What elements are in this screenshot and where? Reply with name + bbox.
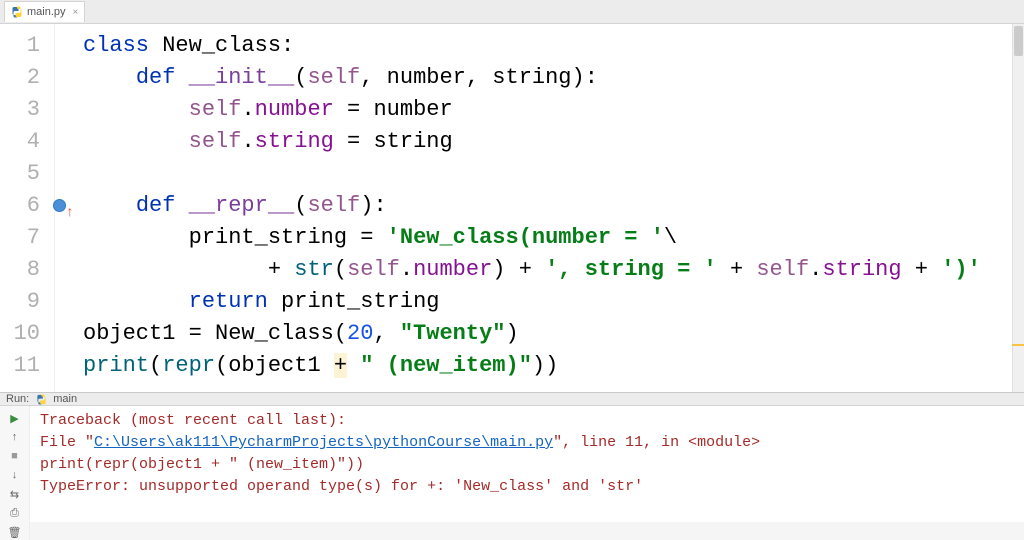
scrollbar-thumb[interactable]: [1014, 26, 1023, 56]
traceback-line: Traceback (most recent call last):: [40, 410, 1014, 432]
code-line: print(repr(object1 + " (new_item)")): [83, 350, 1012, 382]
traceback-file-link[interactable]: C:\Users\ak111\PycharmProjects\pythonCou…: [94, 434, 553, 451]
code-line: + str(self.number) + ', string = ' + sel…: [83, 254, 1012, 286]
rerun-button[interactable]: ▶: [7, 410, 23, 426]
editor-tab-bar: main.py ×: [0, 0, 1024, 24]
run-panel-header: Run: main: [0, 393, 1024, 406]
line-number[interactable]: 8: [0, 254, 54, 286]
line-number[interactable]: 6↑: [0, 190, 54, 222]
run-label: Run:: [6, 393, 29, 405]
code-line: class New_class:: [83, 30, 1012, 62]
soft-wrap-button[interactable]: ⇆: [7, 486, 23, 502]
console-output[interactable]: Traceback (most recent call last): File …: [30, 406, 1024, 540]
python-file-icon: [11, 6, 23, 18]
line-number[interactable]: 4: [0, 126, 54, 158]
override-arrow-icon: ↑: [66, 197, 74, 229]
file-tab[interactable]: main.py ×: [4, 1, 85, 22]
close-icon[interactable]: ×: [73, 7, 79, 18]
file-tab-label: main.py: [27, 6, 66, 18]
code-line: [83, 158, 1012, 190]
run-panel: Run: main ▶ ↑ ■ ↓ ⇆ ⎙ 🗑 Traceback (most …: [0, 392, 1024, 522]
warning-mark[interactable]: [1012, 344, 1024, 346]
line-number[interactable]: 5: [0, 158, 54, 190]
trash-button[interactable]: 🗑: [7, 524, 23, 540]
code-line: def __init__(self, number, string):: [83, 62, 1012, 94]
run-config-name[interactable]: main: [53, 393, 77, 405]
editor-scrollbar[interactable]: [1012, 24, 1024, 392]
traceback-line: TypeError: unsupported operand type(s) f…: [40, 476, 1014, 498]
run-body: ▶ ↑ ■ ↓ ⇆ ⎙ 🗑 Traceback (most recent cal…: [0, 406, 1024, 540]
python-file-icon: [35, 393, 47, 405]
code-editor: 1 2 3 4 5 6↑ 7 8 9 10 11 class New_class…: [0, 24, 1024, 392]
traceback-line: File "C:\Users\ak111\PycharmProjects\pyt…: [40, 432, 1014, 454]
line-number[interactable]: 1: [0, 30, 54, 62]
code-line: print_string = 'New_class(number = '\: [83, 222, 1012, 254]
code-line: self.string = string: [83, 126, 1012, 158]
line-number[interactable]: 2: [0, 62, 54, 94]
code-line: self.number = number: [83, 94, 1012, 126]
scroll-up-button[interactable]: ↑: [7, 429, 23, 445]
code-line: def __repr__(self):: [83, 190, 1012, 222]
traceback-line: print(repr(object1 + " (new_item)")): [40, 454, 1014, 476]
print-button[interactable]: ⎙: [7, 505, 23, 521]
line-number[interactable]: 10: [0, 318, 54, 350]
code-area[interactable]: class New_class: def __init__(self, numb…: [55, 24, 1012, 392]
line-number[interactable]: 3: [0, 94, 54, 126]
scroll-down-button[interactable]: ↓: [7, 467, 23, 483]
stop-button[interactable]: ■: [7, 448, 23, 464]
gutter: 1 2 3 4 5 6↑ 7 8 9 10 11: [0, 24, 55, 392]
run-toolbar: ▶ ↑ ■ ↓ ⇆ ⎙ 🗑: [0, 406, 30, 540]
line-number[interactable]: 9: [0, 286, 54, 318]
code-line: object1 = New_class(20, "Twenty"): [83, 318, 1012, 350]
line-number[interactable]: 7: [0, 222, 54, 254]
code-line: return print_string: [83, 286, 1012, 318]
breakpoint-marker[interactable]: [53, 199, 66, 212]
line-number[interactable]: 11: [0, 350, 54, 382]
